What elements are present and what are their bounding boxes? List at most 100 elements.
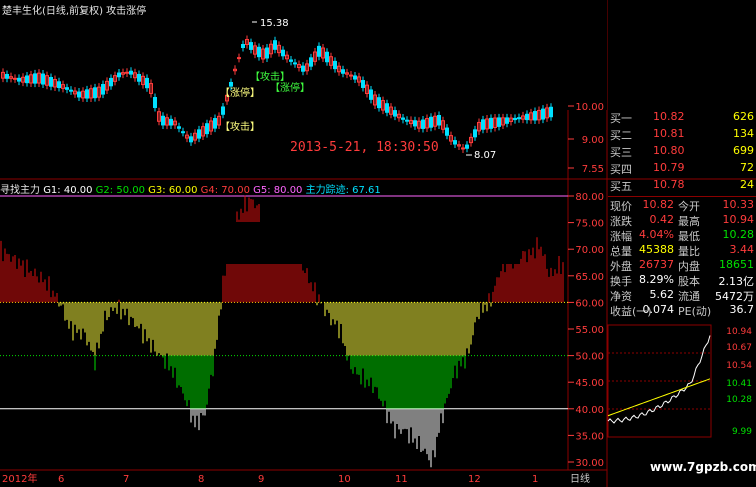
candle-body [289,59,293,62]
candle-body [461,147,465,150]
high-label: 15.38 [260,18,289,29]
candle-body [129,70,133,75]
quote-value: 2.13亿 [718,275,755,288]
bid-price: 10.82 [653,110,685,123]
bid-volume: 24 [740,178,754,191]
bid-volume: 134 [733,127,754,140]
ind-tick: 55.00 [575,325,604,336]
bid-price: 10.79 [653,161,685,174]
ind-tick: 65.00 [575,272,604,283]
timestamp-label: 2013-5-21, 18:30:50 [290,140,439,155]
candle-body [549,106,553,118]
candle-body [125,71,129,74]
bid-row[interactable]: 买一 10.82 626 [608,110,756,127]
candle-body [189,136,193,143]
candle-body [317,45,321,57]
bid-row[interactable]: 买二 10.81 134 [608,127,756,144]
quote-label: 涨幅 [610,230,632,243]
candle-body [13,77,17,80]
candle-body [325,51,329,63]
bid-label: 买三 [610,146,632,159]
g1-value: G1: 40.00 [43,185,93,196]
quote-value: 0.42 [649,213,675,226]
quote-value: 10.28 [722,228,755,241]
quote-label: 内盘 [678,260,700,273]
stock-chart-window: 10.00 9.00 7.55 80.00 75.00 70.00 65.00 60.00 55… [0,0,756,487]
quote-row: 收益(一) 0.074 PE(动) 36.7 [608,303,756,320]
candle-body [473,129,477,138]
quote-value: 0.074 [642,303,675,316]
ind-tick: 40.00 [575,405,604,416]
quote-label: 流通 [678,290,700,303]
quote-label: 最高 [678,215,700,228]
price-tick: 9.00 [582,135,604,146]
candle-body [205,123,209,135]
candle-body [117,72,121,78]
candle-body [453,140,457,145]
ind-tick: 45.00 [575,378,604,389]
candle-body [25,75,29,84]
candle-body [481,119,485,130]
candle-body [213,118,217,129]
mini-tick: 10.41 [726,379,752,389]
candle-body [69,89,73,92]
quote-label: 量比 [678,245,700,258]
attack-label-2: 【攻击】 [250,70,290,83]
candle-body [369,89,373,100]
candle-body [341,69,345,74]
candle-body [41,73,45,85]
candle-body [517,117,521,120]
x-tick: 10 [338,474,351,485]
price-tick: 7.55 [582,164,604,175]
bid-price: 10.78 [653,178,685,191]
candle-body [93,87,97,99]
candle-body [77,91,81,98]
candle-body [181,131,185,134]
x-tick: 6 [58,474,64,485]
candle-body [429,116,433,128]
x-tick: 12 [468,474,481,485]
ind-tick: 70.00 [575,245,604,256]
blank-region [430,0,607,110]
mini-tick: 10.28 [726,395,752,405]
candle-body [445,127,449,136]
limit-up-label-1: 【涨停】 [220,86,260,99]
candle-body [421,119,425,129]
x-tick: 7 [123,474,129,485]
bid-row[interactable]: 买四 10.79 72 [608,161,756,178]
x-tick: 2012年 [2,472,37,485]
quote-separator [608,196,756,197]
ind-tick: 35.00 [575,431,604,442]
bid-volume: 626 [733,110,754,123]
candle-body [377,97,381,109]
bid-row[interactable]: 买三 10.80 699 [608,144,756,161]
ind-tick: 50.00 [575,352,604,363]
candle-body [85,89,89,99]
x-tick: 8 [198,474,204,485]
candle-body [513,117,517,121]
g2-value: G2: 50.00 [95,185,145,196]
quote-value: 10.82 [642,198,675,211]
candle-body [197,129,201,139]
candle-body [385,103,389,113]
candle-body [413,120,417,127]
quote-label: 外盘 [610,260,632,273]
bid-row[interactable]: 买五 10.78 24 [608,178,756,195]
candle-body [145,77,149,89]
candle-body [177,126,181,129]
candle-body [281,49,285,57]
chart-title: 楚丰生化(日线,前复权) 攻击涨停 [2,6,147,17]
candle-body [309,57,313,67]
candle-body [489,117,493,129]
x-axis-tail: 日线 [570,472,590,485]
quote-value: 36.7 [729,303,755,316]
indicator-params: 寻找主力 G1: 40.00 G2: 50.00 G3: 60.00 G4: 7… [0,181,381,196]
x-tick: 9 [258,474,264,485]
bid-volume: 699 [733,144,754,157]
bid-price: 10.80 [653,144,685,157]
mini-tick: 9.99 [732,427,752,437]
quote-label: 股本 [678,275,700,288]
candle-body [273,40,277,50]
g4-value: G4: 70.00 [200,185,250,196]
candle-body [249,42,253,50]
